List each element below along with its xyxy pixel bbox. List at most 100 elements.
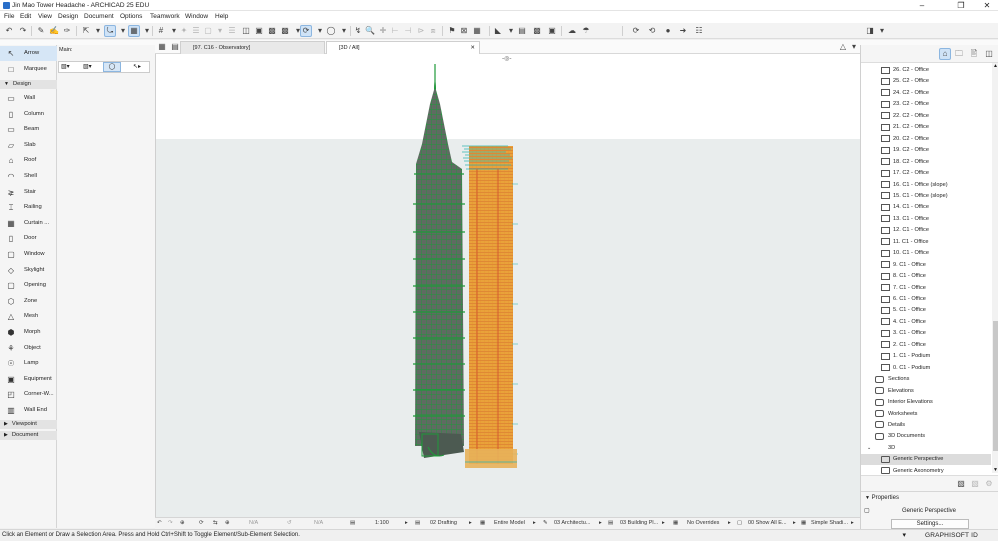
chevron-right-icon[interactable]: ▸ bbox=[793, 520, 796, 526]
settings-button[interactable]: Settings... bbox=[891, 519, 969, 529]
tool-object[interactable]: ⚘ Object bbox=[0, 341, 57, 356]
tool-corner-window[interactable]: ◰ Corner-W... bbox=[0, 387, 57, 402]
new-view-icon[interactable]: ▧ bbox=[955, 478, 967, 490]
navigator-story-item[interactable]: 13. C1 - Office bbox=[861, 213, 991, 224]
scale-dropdown[interactable]: 1:100 bbox=[375, 520, 389, 526]
navigator-story-item[interactable]: 7. C1 - Office bbox=[861, 282, 991, 293]
layout-icon[interactable]: ▦ bbox=[471, 25, 483, 37]
exit-icon[interactable]: ➜ bbox=[677, 25, 689, 37]
adjust-icon[interactable]: ⊢ bbox=[389, 25, 401, 37]
graphisoft-id-button[interactable]: GRAPHISOFT ID bbox=[925, 532, 978, 539]
chevron-right-icon[interactable]: ▸ bbox=[405, 520, 408, 526]
navigator-stack-icon[interactable]: ◨ bbox=[864, 25, 876, 37]
menu-file[interactable]: File bbox=[4, 13, 14, 20]
navigator-story-item[interactable]: 22. C2 - Office bbox=[861, 110, 991, 121]
navigator-story-item[interactable]: 26. C2 - Office bbox=[861, 65, 991, 76]
undo-icon[interactable]: ↶ bbox=[3, 25, 15, 37]
tool-zone[interactable]: ⬡ Zone bbox=[0, 294, 57, 309]
tool-door[interactable]: ▯ Door bbox=[0, 231, 57, 246]
tool-equipment[interactable]: ▣ Equipment bbox=[0, 372, 57, 387]
navigator-story-item[interactable]: 17. C2 - Office bbox=[861, 168, 991, 179]
grid-snap-icon[interactable]: # bbox=[155, 25, 167, 37]
navigator-story-item[interactable]: 20. C2 - Office bbox=[861, 133, 991, 144]
navigator-scrollbar[interactable]: ▲ ▼ bbox=[992, 63, 998, 473]
align-icon[interactable]: ☰ bbox=[190, 25, 202, 37]
chevron-right-icon[interactable]: ▸ bbox=[851, 520, 854, 526]
tool-stair[interactable]: ⪈ Stair bbox=[0, 185, 57, 200]
tool-mesh[interactable]: △ Mesh bbox=[0, 309, 57, 324]
tab-3d-all[interactable]: [3D / All] ✕ bbox=[326, 41, 480, 54]
project-map-icon[interactable]: ⌂ bbox=[939, 48, 951, 60]
viewpoint-section-header[interactable]: ▶ Viewpoint bbox=[0, 420, 57, 429]
trace-icon[interactable]: ▣ bbox=[253, 25, 265, 37]
tool-curtain-wall[interactable]: ▦ Curtain ... bbox=[0, 216, 57, 231]
menu-view[interactable]: View bbox=[38, 13, 52, 20]
navigator-story-item[interactable]: 4. C1 - Office bbox=[861, 316, 991, 327]
navigator-story-item[interactable]: 0. C1 - Podium bbox=[861, 362, 991, 373]
redo-view-icon[interactable]: ↷ bbox=[168, 520, 173, 526]
compare-icon[interactable]: ▩ bbox=[279, 25, 291, 37]
design-section-header[interactable]: ▼ Design bbox=[0, 80, 57, 89]
publisher-sets-icon[interactable]: ◫ bbox=[983, 48, 995, 60]
navigator-story-item[interactable]: 2. C1 - Office bbox=[861, 339, 991, 350]
split-icon[interactable]: ✚ bbox=[377, 25, 389, 37]
shading-dropdown[interactable]: Simple Shadi... bbox=[811, 520, 848, 526]
navigator-story-item[interactable]: 5. C1 - Office bbox=[861, 305, 991, 316]
solid-ops-icon[interactable]: ▣ bbox=[546, 25, 558, 37]
camera-icon[interactable]: ◣ bbox=[492, 25, 504, 37]
navigator-story-item[interactable]: 3. C1 - Office bbox=[861, 328, 991, 339]
clone-view-icon[interactable]: ▧ bbox=[969, 478, 981, 490]
quick-selection-icon[interactable]: ▧▾ bbox=[83, 63, 92, 70]
magic-wand-icon[interactable]: ✦ bbox=[178, 25, 190, 37]
arrange-icon[interactable]: ◫ bbox=[240, 25, 252, 37]
settings-icon[interactable]: ⚙ bbox=[983, 478, 995, 490]
navigator-group-worksheets[interactable]: Worksheets bbox=[861, 408, 991, 419]
navigator-story-item[interactable]: 25. C2 - Office bbox=[861, 76, 991, 87]
chevron-right-icon[interactable]: ▸ bbox=[533, 520, 536, 526]
chevron-down-icon[interactable]: ▾ bbox=[214, 25, 226, 37]
tool-window[interactable]: ▢ Window bbox=[0, 247, 57, 262]
maximize-icon[interactable]: ❐ bbox=[950, 0, 972, 11]
group-icon[interactable]: ▢ bbox=[202, 25, 214, 37]
navigator-story-item[interactable]: 6. C1 - Office bbox=[861, 294, 991, 305]
navigator-3d-view-item[interactable]: Generic Perspective bbox=[861, 453, 991, 466]
chevron-down-icon[interactable]: ▾ bbox=[338, 25, 350, 37]
tool-roof[interactable]: ⌂ Roof bbox=[0, 153, 57, 168]
lock-icon[interactable]: ☰ bbox=[226, 25, 238, 37]
tab-observatory-plan[interactable]: [97. C16 - Observatory] bbox=[180, 41, 325, 54]
fillet-icon[interactable]: ⊳ bbox=[415, 25, 427, 37]
pick-up-parameters-icon[interactable]: ✎ bbox=[35, 25, 47, 37]
publish-icon[interactable]: ☷ bbox=[693, 25, 705, 37]
teamwork-receive-icon[interactable]: ☂ bbox=[580, 25, 592, 37]
chevron-right-icon[interactable]: ▸ bbox=[469, 520, 472, 526]
navigator-group-elevations[interactable]: Elevations bbox=[861, 385, 991, 396]
navigator-group-sections[interactable]: Sections bbox=[861, 374, 991, 385]
navigator-story-item[interactable]: 24. C2 - Office bbox=[861, 87, 991, 98]
chevron-down-icon[interactable]: ▾ bbox=[848, 41, 860, 53]
chevron-right-icon[interactable]: ▸ bbox=[728, 520, 731, 526]
eyedropper-icon[interactable]: ✑ bbox=[61, 25, 73, 37]
navigator-story-item[interactable]: 8. C1 - Office bbox=[861, 271, 991, 282]
pen-set-dropdown[interactable]: 03 Architectu... bbox=[554, 520, 590, 526]
close-icon[interactable]: ✕ bbox=[976, 0, 998, 11]
navigator-group-3d-documents[interactable]: 3D Documents bbox=[861, 431, 991, 442]
offset-icon[interactable]: ⧈ bbox=[427, 25, 439, 37]
rotate-view-icon[interactable]: ↺ bbox=[287, 520, 292, 526]
scrollbar-thumb[interactable] bbox=[993, 321, 998, 451]
minimize-icon[interactable]: – bbox=[911, 0, 933, 11]
close-tab-icon[interactable]: ✕ bbox=[470, 42, 475, 54]
tool-marquee[interactable]: □ Marquee bbox=[0, 62, 57, 77]
marker-pin-icon[interactable]: ● bbox=[662, 25, 674, 37]
layers-icon[interactable]: ▤ bbox=[516, 25, 528, 37]
scroll-down-icon[interactable]: ▼ bbox=[993, 467, 998, 473]
zoom-icon[interactable]: 🔍 bbox=[364, 25, 376, 37]
navigator-story-item[interactable]: 11. C1 - Office bbox=[861, 236, 991, 247]
navigator-group-details[interactable]: Details bbox=[861, 419, 991, 430]
intersect-icon[interactable]: ⊣ bbox=[402, 25, 414, 37]
menu-help[interactable]: Help bbox=[215, 13, 228, 20]
tab-overview-icon[interactable]: ▦ bbox=[156, 41, 168, 53]
chevron-down-icon[interactable]: ▾ bbox=[876, 25, 888, 37]
override-dropdown[interactable]: No Overrides bbox=[687, 520, 719, 526]
refresh-icon[interactable]: ⟳ bbox=[630, 25, 642, 37]
marquee-mode-icon[interactable]: ◯ bbox=[103, 62, 121, 72]
